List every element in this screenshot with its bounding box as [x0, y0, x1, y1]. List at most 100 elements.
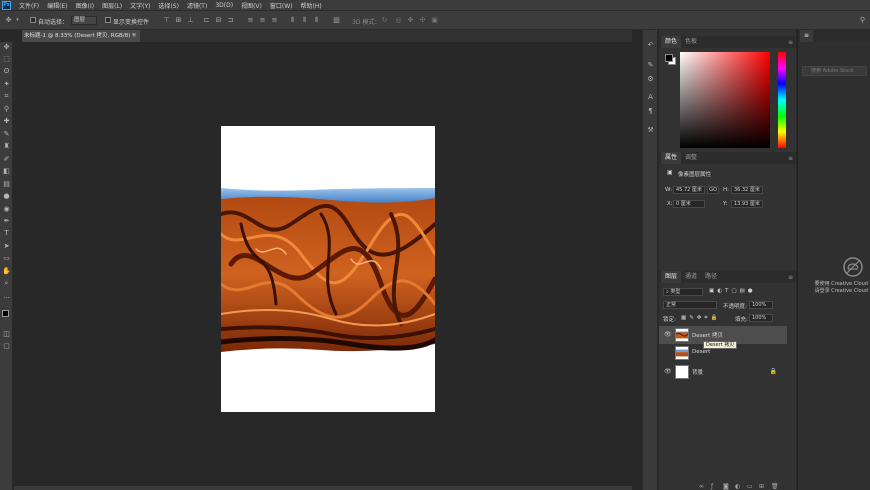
move-tool-icon[interactable]: ✥ — [1, 42, 12, 53]
distribute-bottom-icon[interactable]: ≡ — [270, 16, 279, 25]
history-brush-tool-icon[interactable]: ✐ — [1, 154, 12, 165]
eye-icon[interactable]: 👁 — [664, 368, 672, 375]
align-right-icon[interactable]: ⊐ — [226, 16, 235, 25]
fill-field[interactable]: 100% — [749, 314, 773, 322]
auto-align-icon[interactable]: ▥ — [332, 16, 341, 25]
distribute-hcenter-icon[interactable]: ⦀ — [300, 16, 309, 25]
stock-search-input[interactable]: 搜索 Adobe Stock — [802, 66, 867, 76]
layer-row-background[interactable]: 👁 背景 🔒 — [659, 363, 787, 381]
brush-tool-icon[interactable]: ✎ — [1, 129, 12, 140]
menu-3d[interactable]: 3D(D) — [215, 2, 233, 9]
magic-wand-tool-icon[interactable]: ✦ — [1, 79, 12, 90]
auto-select-dropdown[interactable]: 图层 — [71, 16, 97, 25]
tab-layers[interactable]: 图层 — [661, 271, 682, 283]
3d-roll-icon[interactable]: ◎ — [394, 16, 403, 25]
search-icon[interactable]: ⚲ — [858, 16, 867, 25]
menu-edit[interactable]: 编辑(E) — [47, 1, 67, 10]
show-transform-checkbox[interactable] — [105, 17, 111, 23]
layer-filter-icons[interactable]: ▣◐T▢▤● — [709, 288, 756, 294]
menu-filter[interactable]: 滤镜(T) — [187, 1, 207, 10]
auto-select-checkbox[interactable] — [30, 17, 36, 23]
type-tool-icon[interactable]: T — [1, 228, 12, 239]
tab-adjustments[interactable]: 调整 — [681, 152, 701, 164]
align-bottom-icon[interactable]: ⊥ — [186, 16, 195, 25]
tab-properties[interactable]: 属性 — [661, 152, 682, 164]
document-canvas[interactable] — [221, 126, 435, 412]
lasso-tool-icon[interactable]: ʘ — [1, 66, 12, 77]
hue-slider[interactable] — [778, 52, 786, 148]
crop-tool-icon[interactable]: ⌗ — [1, 91, 12, 102]
3d-scale-icon[interactable]: ▣ — [430, 16, 439, 25]
chevron-down-icon[interactable]: ▾ — [13, 16, 22, 25]
paragraph-panel-icon[interactable]: ¶ — [645, 106, 656, 117]
eye-icon[interactable]: 👁 — [664, 331, 672, 338]
panel-menu-icon[interactable]: ≡ — [788, 39, 793, 46]
history-panel-icon[interactable]: ↶ — [645, 40, 656, 51]
3d-slide-icon[interactable]: ✣ — [418, 16, 427, 25]
blend-mode-dropdown[interactable]: 正常 — [663, 301, 717, 309]
brush-presets-icon[interactable]: ⚙ — [645, 74, 656, 85]
foreground-color-swatch[interactable] — [2, 310, 9, 317]
document-tab[interactable]: 未标题-1 @ 8.33% (Desert 拷贝, RGB/8) * × — [22, 30, 140, 42]
menu-file[interactable]: 文件(F) — [19, 1, 39, 10]
character-panel-icon[interactable]: A — [645, 92, 656, 103]
tool-presets-icon[interactable]: ⚒ — [645, 125, 656, 136]
y-field[interactable]: 13.93 厘米 — [731, 200, 763, 208]
menu-type[interactable]: 文字(Y) — [130, 1, 150, 10]
distribute-top-icon[interactable]: ≡ — [246, 16, 255, 25]
x-field[interactable]: 0 厘米 — [673, 200, 705, 208]
brush-settings-icon[interactable]: ✎ — [645, 60, 656, 71]
menu-window[interactable]: 窗口(W) — [270, 1, 293, 10]
link-dimensions-button[interactable]: GO — [707, 186, 719, 194]
blur-tool-icon[interactable]: ● — [1, 191, 12, 202]
menu-select[interactable]: 选择(S) — [158, 1, 179, 10]
mask-icon[interactable]: ◙ — [723, 483, 729, 490]
align-hcenter-icon[interactable]: ⊟ — [214, 16, 223, 25]
clone-stamp-tool-icon[interactable]: ♜ — [1, 141, 12, 152]
link-icon[interactable]: ∞ — [699, 483, 704, 490]
eraser-tool-icon[interactable]: ◧ — [1, 166, 12, 177]
close-icon[interactable]: × — [132, 30, 137, 42]
width-field[interactable]: 45.72 厘米 — [673, 186, 705, 194]
rectangle-tool-icon[interactable]: ▭ — [1, 253, 12, 264]
align-vcenter-icon[interactable]: ⊞ — [174, 16, 183, 25]
menu-image[interactable]: 图像(I) — [76, 1, 94, 10]
marquee-tool-icon[interactable]: ⬚ — [1, 54, 12, 65]
eye-hidden-icon[interactable]: 👁 — [664, 349, 672, 356]
canvas-area[interactable] — [14, 42, 632, 486]
photoshop-logo[interactable]: Ps — [2, 0, 11, 10]
distribute-right-icon[interactable]: ⦀ — [312, 16, 321, 25]
tab-color[interactable]: 颜色 — [661, 36, 682, 48]
gradient-tool-icon[interactable]: ▤ — [1, 179, 12, 190]
dodge-tool-icon[interactable]: ◉ — [1, 204, 12, 215]
hand-tool-icon[interactable]: ✋ — [1, 266, 12, 277]
healing-brush-tool-icon[interactable]: ✚ — [1, 116, 12, 127]
layer-filter-dropdown[interactable]: ⌕ 类型 — [663, 288, 703, 296]
new-layer-icon[interactable]: ⊞ — [759, 483, 764, 490]
lock-icons[interactable]: ▦✎✥⌗🔒 — [681, 315, 720, 322]
height-field[interactable]: 36.32 厘米 — [731, 186, 763, 194]
quick-mask-icon[interactable]: ◫ — [1, 329, 12, 340]
panel-menu-icon[interactable]: ≡ — [788, 274, 793, 281]
pen-tool-icon[interactable]: ✒ — [1, 216, 12, 227]
adjustment-icon[interactable]: ◐ — [735, 483, 740, 490]
align-top-icon[interactable]: ⊤ — [162, 16, 171, 25]
opacity-field[interactable]: 100% — [749, 301, 773, 309]
tab-channels[interactable]: 通道 — [681, 271, 701, 283]
3d-pan-icon[interactable]: ✥ — [406, 16, 415, 25]
menu-help[interactable]: 帮助(H) — [301, 1, 322, 10]
tab-swatches[interactable]: 色板 — [681, 36, 701, 48]
distribute-vcenter-icon[interactable]: ≡ — [258, 16, 267, 25]
screen-mode-icon[interactable]: ▢ — [1, 341, 12, 352]
align-left-icon[interactable]: ⊏ — [202, 16, 211, 25]
tab-paths[interactable]: 路径 — [701, 271, 721, 283]
menu-layer[interactable]: 图层(L) — [102, 1, 122, 10]
foreground-color-swatch[interactable] — [665, 54, 673, 62]
move-tool-icon[interactable]: ✥ — [4, 16, 13, 25]
menu-view[interactable]: 视图(V) — [241, 1, 262, 10]
zoom-tool-icon[interactable]: ⌕ — [1, 278, 12, 289]
path-selection-tool-icon[interactable]: ➤ — [1, 241, 12, 252]
group-icon[interactable]: ▭ — [747, 483, 753, 490]
color-picker-field[interactable] — [680, 52, 770, 148]
trash-icon[interactable]: 🗑 — [771, 483, 779, 490]
